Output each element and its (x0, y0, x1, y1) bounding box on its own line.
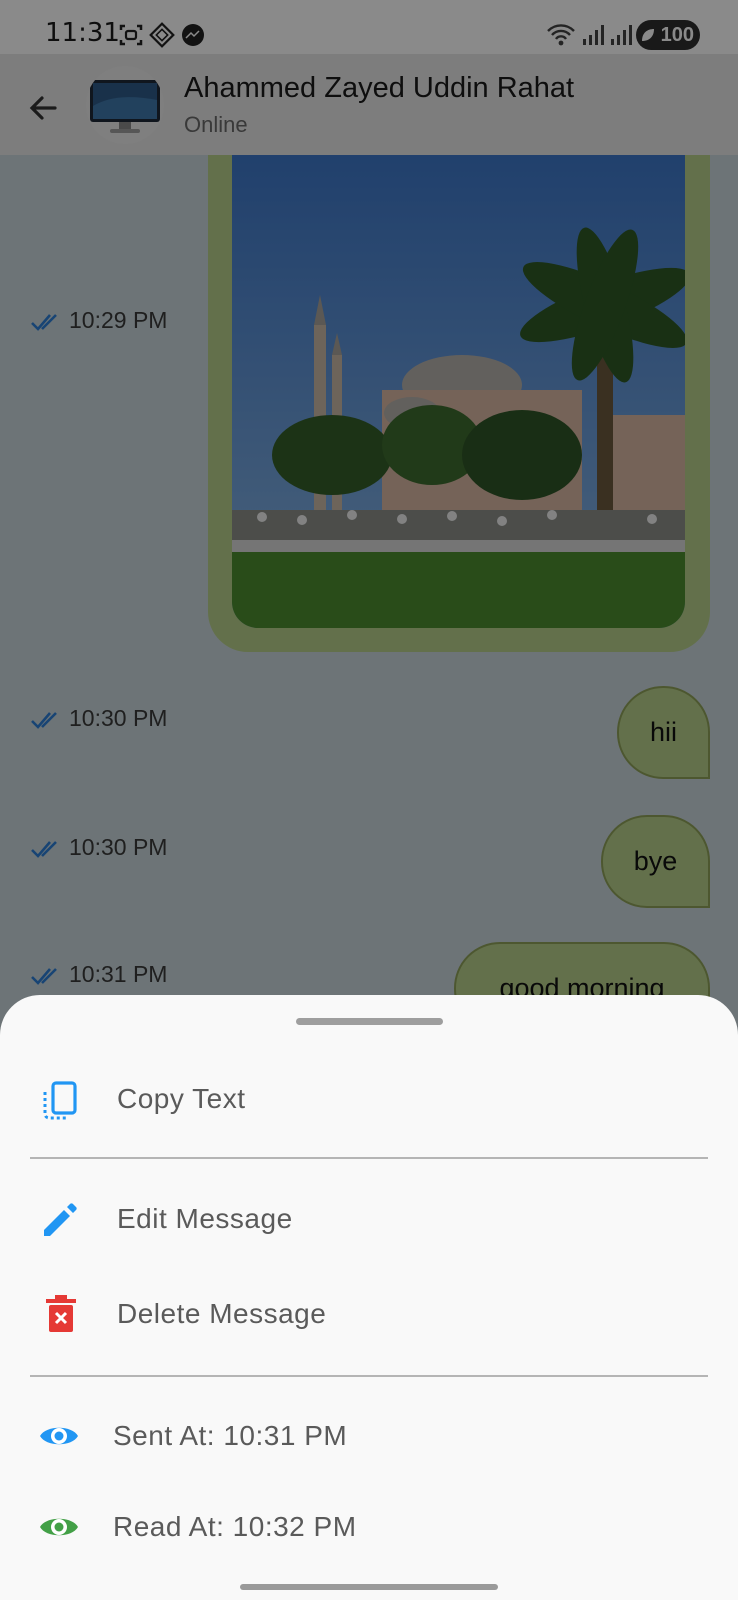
copy-text-label: Copy Text (117, 1083, 246, 1114)
copy-text-option[interactable]: Copy Text (0, 1060, 738, 1140)
edit-message-option[interactable]: Edit Message (0, 1180, 738, 1260)
divider (30, 1157, 708, 1159)
edit-message-label: Edit Message (117, 1203, 293, 1234)
eye-icon (40, 1518, 78, 1536)
delete-message-option[interactable]: Delete Message (0, 1275, 738, 1355)
divider (30, 1375, 708, 1377)
read-at-label: Read At: 10:32 PM (113, 1511, 357, 1542)
eye-icon (40, 1427, 78, 1445)
gesture-nav-bar[interactable] (240, 1584, 498, 1590)
drag-handle[interactable] (296, 1018, 443, 1025)
sent-at-label: Sent At: 10:31 PM (113, 1420, 348, 1451)
sent-at-info: Sent At: 10:31 PM (0, 1398, 738, 1478)
pencil-icon (44, 1203, 77, 1236)
copy-icon (43, 1081, 77, 1120)
trash-icon (46, 1295, 76, 1332)
delete-message-label: Delete Message (117, 1298, 327, 1329)
read-at-info: Read At: 10:32 PM (0, 1489, 738, 1569)
